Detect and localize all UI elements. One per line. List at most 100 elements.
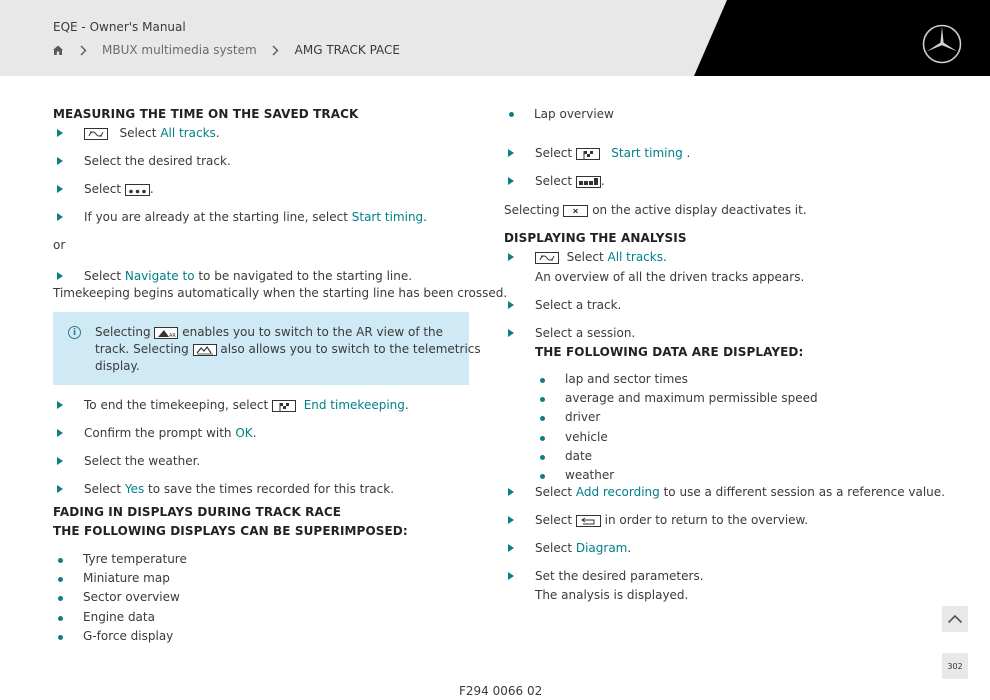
step-select-track-right: Select a track. bbox=[535, 298, 622, 312]
breadcrumb: MBUX multimedia system AMG TRACK PACE bbox=[52, 42, 400, 58]
overview-note: An overview of all the driven tracks app… bbox=[535, 270, 805, 284]
step-arrow-icon bbox=[508, 253, 514, 261]
chevron-right-icon bbox=[78, 43, 88, 57]
step-select-track: Select the desired track. bbox=[84, 154, 231, 168]
step-save-times: Select Yes to save the times recorded fo… bbox=[84, 482, 395, 496]
step-arrow-icon bbox=[508, 544, 514, 552]
back-icon bbox=[575, 514, 601, 527]
list-item: average and maximum permissible speed bbox=[565, 391, 818, 405]
start-timing-link[interactable]: Start timing bbox=[611, 146, 682, 160]
step-arrow-icon bbox=[57, 272, 63, 280]
document-title: EQE - Owner's Manual bbox=[53, 20, 186, 34]
all-tracks-link[interactable]: All tracks bbox=[160, 126, 215, 140]
or-text: or bbox=[53, 238, 66, 252]
step-start-timing-right: Select Start timing . bbox=[535, 146, 691, 160]
diagram-link[interactable]: Diagram bbox=[576, 541, 628, 555]
list-item: weather bbox=[565, 468, 615, 482]
subheading-data-displayed: THE FOLLOWING DATA ARE DISPLAYED: bbox=[535, 345, 804, 359]
info-line-3: display. bbox=[95, 359, 140, 373]
close-icon bbox=[563, 204, 589, 217]
breadcrumb-item-current: AMG TRACK PACE bbox=[294, 43, 401, 57]
step-select-all-tracks: Select All tracks. bbox=[84, 126, 220, 140]
bullet-dot bbox=[540, 455, 545, 460]
step-add-recording: Select Add recording to use a different … bbox=[535, 485, 945, 499]
figure-code: F294 0066 02 bbox=[459, 684, 543, 698]
bullet-dot bbox=[58, 635, 63, 640]
chevron-up-icon bbox=[947, 614, 963, 624]
scroll-to-top-button[interactable] bbox=[942, 606, 968, 632]
step-navigate-to: Select Navigate to to be navigated to th… bbox=[84, 269, 413, 283]
step-arrow-icon bbox=[57, 457, 63, 465]
end-timekeeping-link[interactable]: End timekeeping bbox=[304, 398, 405, 412]
info-box: i Selecting AR enables you to switch to … bbox=[53, 312, 481, 385]
display-layout-icon bbox=[575, 175, 601, 188]
deactivate-note: Selecting on the active display deactiva… bbox=[504, 203, 807, 217]
bullet-dot bbox=[58, 596, 63, 601]
step-set-parameters: Set the desired parameters. bbox=[535, 569, 704, 583]
analysis-displayed-note: The analysis is displayed. bbox=[535, 588, 689, 602]
step-select-weather: Select the weather. bbox=[84, 454, 201, 468]
bullet-dot bbox=[58, 558, 63, 563]
finish-flag-icon bbox=[575, 147, 600, 160]
info-line-1: Selecting AR enables you to switch to th… bbox=[95, 325, 444, 339]
bullet-dot bbox=[58, 616, 63, 621]
section-heading-measuring: MEASURING THE TIME ON THE SAVED TRACK bbox=[53, 107, 359, 121]
step-select-diagram: Select Diagram. bbox=[535, 541, 632, 555]
step-arrow-icon bbox=[57, 485, 63, 493]
add-recording-link[interactable]: Add recording bbox=[576, 485, 660, 499]
page-number-button[interactable]: 302 bbox=[942, 653, 968, 679]
ok-link[interactable]: OK bbox=[235, 426, 252, 440]
list-item: G-force display bbox=[83, 629, 174, 643]
step-confirm-prompt: Confirm the prompt with OK. bbox=[84, 426, 257, 440]
breadcrumb-item-mbux[interactable]: MBUX multimedia system bbox=[102, 43, 257, 57]
step-arrow-icon bbox=[57, 213, 63, 221]
step-arrow-icon bbox=[508, 572, 514, 580]
chevron-right-icon bbox=[271, 43, 281, 57]
step-arrow-icon bbox=[508, 516, 514, 524]
start-timing-link[interactable]: Start timing bbox=[352, 210, 423, 224]
track-list-icon bbox=[84, 127, 108, 140]
bullet-dot bbox=[509, 112, 514, 117]
page-header: EQE - Owner's Manual MBUX multimedia sys… bbox=[0, 0, 990, 76]
list-item: date bbox=[565, 449, 593, 463]
list-item: Engine data bbox=[83, 610, 155, 624]
step-select-all-tracks-right: Select All tracks. bbox=[535, 250, 667, 264]
all-tracks-link[interactable]: All tracks bbox=[607, 250, 662, 264]
track-list-icon bbox=[535, 251, 559, 264]
finish-flag-icon bbox=[272, 399, 297, 412]
svg-text:AR: AR bbox=[169, 333, 176, 338]
section-heading-fading: FADING IN DISPLAYS DURING TRACK RACE bbox=[53, 505, 342, 519]
step-arrow-icon bbox=[508, 177, 514, 185]
home-icon[interactable] bbox=[52, 44, 64, 56]
step-return-overview: Select in order to return to the overvie… bbox=[535, 513, 809, 527]
step-arrow-icon bbox=[508, 329, 514, 337]
step-arrow-icon bbox=[57, 129, 63, 137]
info-icon: i bbox=[68, 326, 81, 339]
section-heading-analysis: DISPLAYING THE ANALYSIS bbox=[504, 231, 687, 245]
timekeeping-note: Timekeeping begins automatically when th… bbox=[53, 286, 508, 300]
bullet-dot bbox=[540, 416, 545, 421]
list-item: Sector overview bbox=[83, 590, 180, 604]
step-select-layout: Select . bbox=[535, 174, 605, 188]
page-number: 302 bbox=[947, 661, 963, 671]
list-item: driver bbox=[565, 410, 601, 424]
bullet-dot bbox=[540, 378, 545, 383]
info-line-2: track. Selecting also allows you to swit… bbox=[95, 342, 481, 356]
yes-link[interactable]: Yes bbox=[125, 482, 144, 496]
list-item: Tyre temperature bbox=[83, 552, 187, 566]
ar-view-icon: AR bbox=[154, 326, 179, 339]
list-item: vehicle bbox=[565, 430, 608, 444]
step-start-timing: If you are already at the starting line,… bbox=[84, 210, 427, 224]
step-arrow-icon bbox=[508, 488, 514, 496]
bullet-dot bbox=[540, 397, 545, 402]
step-select-menu: Select . bbox=[84, 182, 154, 196]
telemetrics-icon bbox=[192, 343, 217, 356]
navigate-to-link[interactable]: Navigate to bbox=[125, 269, 195, 283]
step-arrow-icon bbox=[508, 149, 514, 157]
step-arrow-icon bbox=[57, 157, 63, 165]
step-arrow-icon bbox=[57, 401, 63, 409]
more-options-icon bbox=[124, 183, 150, 196]
mercedes-star-logo bbox=[922, 24, 962, 64]
bullet-dot bbox=[58, 577, 63, 582]
bullet-dot bbox=[540, 474, 545, 479]
